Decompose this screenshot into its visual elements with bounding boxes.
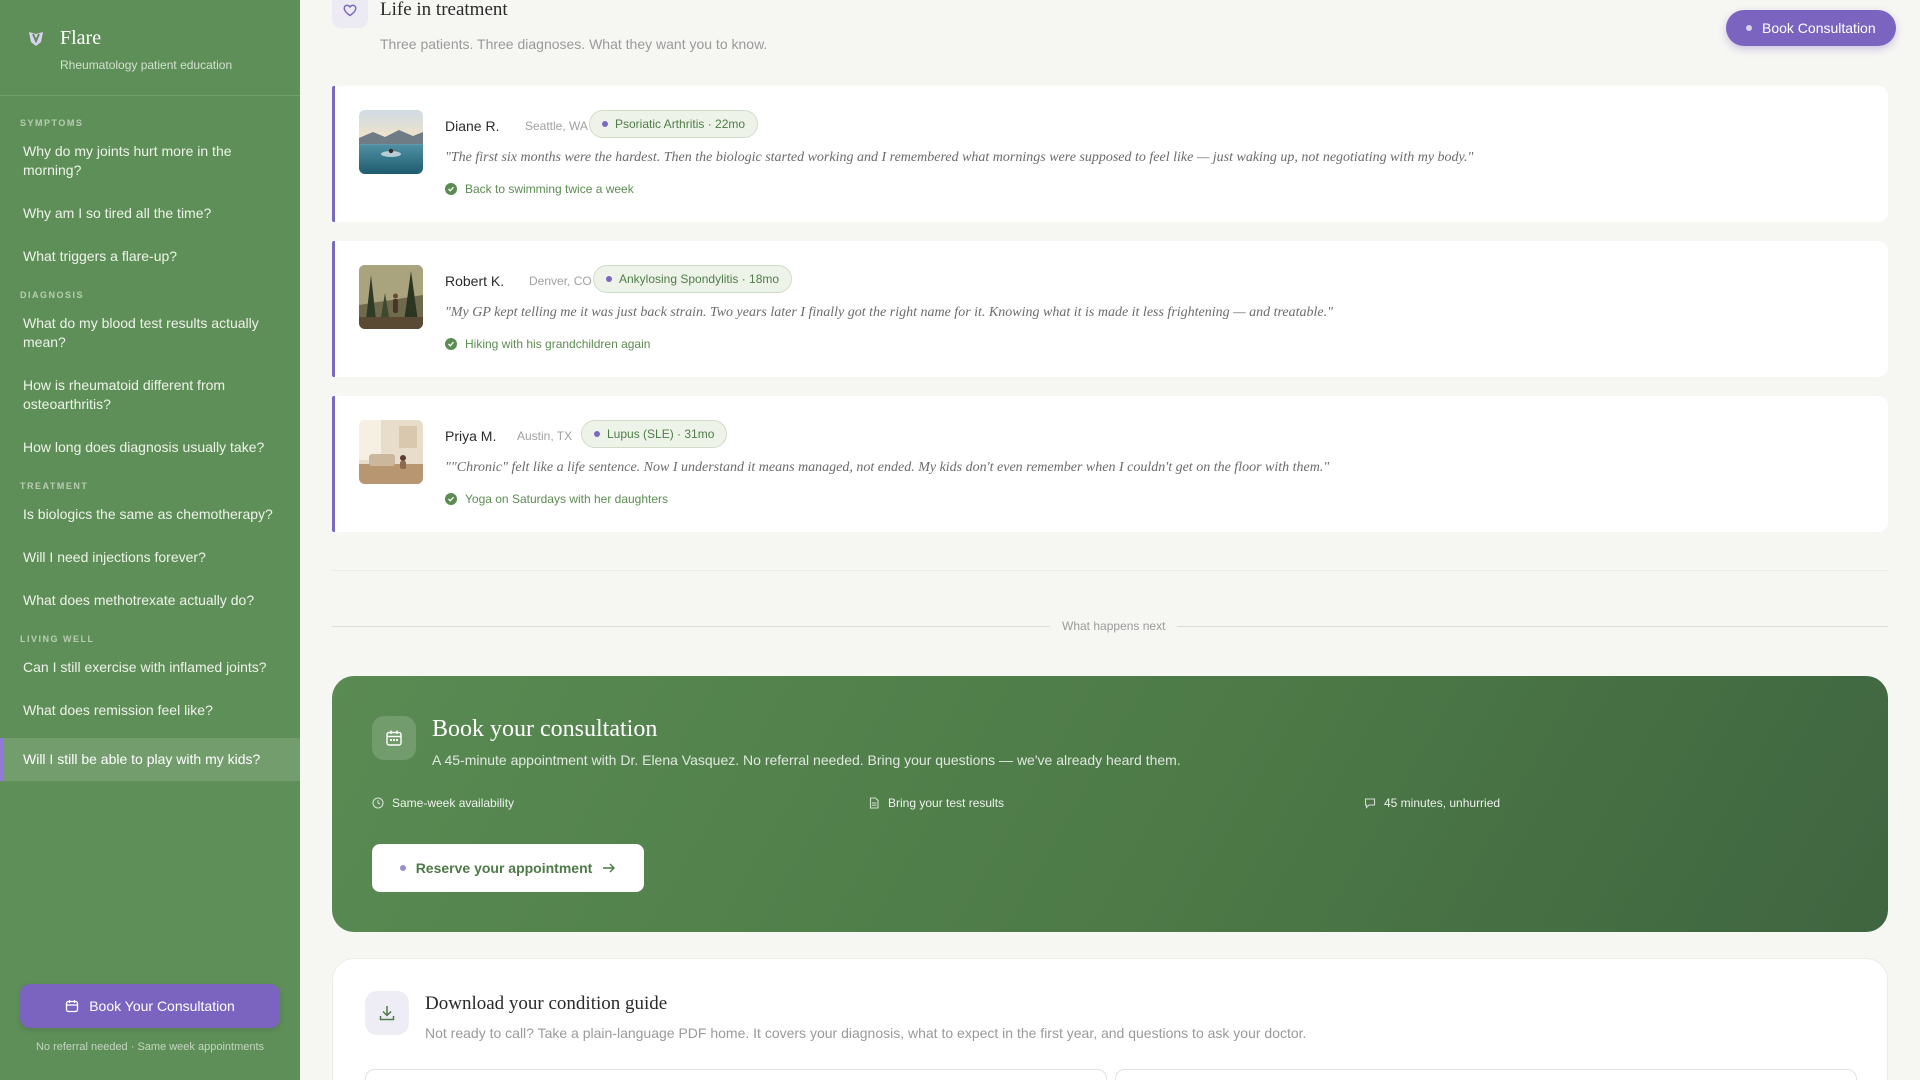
patient-photo-living-room [359, 420, 423, 484]
sidebar-cta-note: No referral needed · Same week appointme… [35, 1041, 265, 1053]
consultation-title: Book your consultation [432, 716, 658, 742]
nav-item-diagnosis-time[interactable]: How long does diagnosis usually take? [0, 438, 300, 457]
nav-item-tiredness[interactable]: Why am I so tired all the time? [0, 204, 300, 223]
diagnosis-tag: Lupus (SLE) · 31mo [581, 420, 728, 448]
nav-section-diagnosis: DIAGNOSIS [20, 290, 85, 300]
check-circle-icon [445, 493, 457, 505]
patient-name: Priya M. [445, 428, 497, 444]
story-card: Priya M. Austin, TX Lupus (SLE) · 31mo "… [332, 396, 1888, 532]
nav-item-injections[interactable]: Will I need injections forever? [0, 548, 300, 567]
patient-quote: ""Chronic" felt like a life sentence. No… [445, 460, 1330, 475]
sidebar-book-consultation-button[interactable]: Book Your Consultation [20, 984, 280, 1028]
section-title: Life in treatment [380, 0, 508, 20]
download-field-right[interactable] [1115, 1069, 1857, 1080]
header-book-consultation-button[interactable]: Book Consultation [1726, 10, 1896, 46]
patient-quote: "My GP kept telling me it was just back … [445, 305, 1334, 320]
check-circle-icon [445, 183, 457, 195]
document-icon [868, 797, 880, 809]
patient-photo-hiking [359, 265, 423, 329]
nav-item-remission[interactable]: What does remission feel like? [0, 701, 300, 720]
nav-item-exercise[interactable]: Can I still exercise with inflamed joint… [0, 658, 300, 677]
brand-subtitle: Rheumatology patient education [60, 58, 233, 72]
patient-location: Austin, TX [517, 429, 573, 443]
sidebar: Flare Rheumatology patient education SYM… [0, 0, 300, 1080]
check-circle-icon [445, 338, 457, 350]
nav-section-living-well: LIVING WELL [20, 634, 95, 644]
story-card: Robert K. Denver, CO Ankylosing Spondyli… [332, 241, 1888, 377]
nav-section-symptoms: SYMPTOMS [20, 118, 84, 128]
download-title: Download your condition guide [425, 993, 668, 1014]
nav-item-morning-joint-pain[interactable]: Why do my joints hurt more in the mornin… [0, 142, 300, 180]
arrow-right-icon [602, 862, 616, 874]
brand-name: Flare [60, 26, 102, 49]
brand: Flare Rheumatology patient education [0, 0, 300, 96]
diagnosis-tag: Psoriatic Arthritis · 22mo [589, 110, 759, 138]
button-dot-icon [399, 865, 406, 871]
story-card: Diane R. Seattle, WA Psoriatic Arthritis… [332, 86, 1888, 222]
section-separator [332, 570, 1888, 571]
section-header: Life in treatment [332, 0, 508, 28]
reserve-appointment-button[interactable]: Reserve your appointment [372, 844, 644, 892]
reserve-label: Reserve your appointment [415, 860, 593, 876]
sidebar-cta-label: Book Your Consultation [89, 998, 235, 1014]
header-cta-label: Book Consultation [1762, 20, 1876, 36]
flare-logo-icon [24, 26, 48, 50]
nav-item-methotrexate[interactable]: What does methotrexate actually do? [0, 591, 300, 610]
download-icon [365, 991, 409, 1035]
patient-name: Diane R. [445, 118, 500, 134]
download-guide-card: Download your condition guide Not ready … [332, 958, 1888, 1080]
nav-item-play-with-kids[interactable]: Will I still be able to play with my kid… [0, 738, 300, 781]
nav-item-biologics[interactable]: Is biologics the same as chemotherapy? [0, 505, 300, 524]
nav-item-rheumatoid-vs-osteo[interactable]: How is rheumatoid different from osteoar… [0, 376, 300, 414]
diagnosis-tag: Ankylosing Spondylitis · 18mo [593, 265, 793, 293]
patient-photo-swimming [359, 110, 423, 174]
patient-outcome: Hiking with his grandchildren again [445, 337, 650, 351]
feature-test-results: Bring your test results [868, 796, 1004, 810]
patient-quote: "The first six months were the hardest. … [445, 150, 1474, 165]
patient-outcome: Yoga on Saturdays with her daughters [445, 492, 668, 506]
consultation-subtitle: A 45-minute appointment with Dr. Elena V… [432, 752, 1181, 768]
feature-availability: Same-week availability [372, 796, 514, 810]
main-content: Life in treatment Three patients. Three … [300, 0, 1920, 1080]
consultation-banner: Book your consultation A 45-minute appoi… [332, 676, 1888, 932]
divider-label: What happens next [1050, 619, 1178, 633]
feature-duration: 45 minutes, unhurried [1364, 796, 1500, 810]
patient-location: Denver, CO [529, 274, 592, 288]
calendar-icon [372, 716, 416, 760]
patient-location: Seattle, WA [525, 119, 588, 133]
clock-icon [372, 797, 384, 809]
download-field-left[interactable] [365, 1069, 1107, 1080]
nav-item-flare-triggers[interactable]: What triggers a flare-up? [0, 247, 300, 266]
sidebar-nav: SYMPTOMS Why do my joints hurt more in t… [0, 96, 300, 781]
download-subtitle: Not ready to call? Take a plain-language… [425, 1025, 1307, 1041]
nav-item-blood-tests[interactable]: What do my blood test results actually m… [0, 314, 300, 352]
nav-section-treatment: TREATMENT [20, 481, 89, 491]
patient-outcome: Back to swimming twice a week [445, 182, 634, 196]
section-subtitle: Three patients. Three diagnoses. What th… [380, 36, 768, 52]
button-dot-icon [1746, 25, 1752, 31]
chat-icon [1364, 797, 1376, 809]
heart-icon [332, 0, 368, 28]
calendar-icon [65, 999, 79, 1013]
patient-name: Robert K. [445, 273, 505, 289]
